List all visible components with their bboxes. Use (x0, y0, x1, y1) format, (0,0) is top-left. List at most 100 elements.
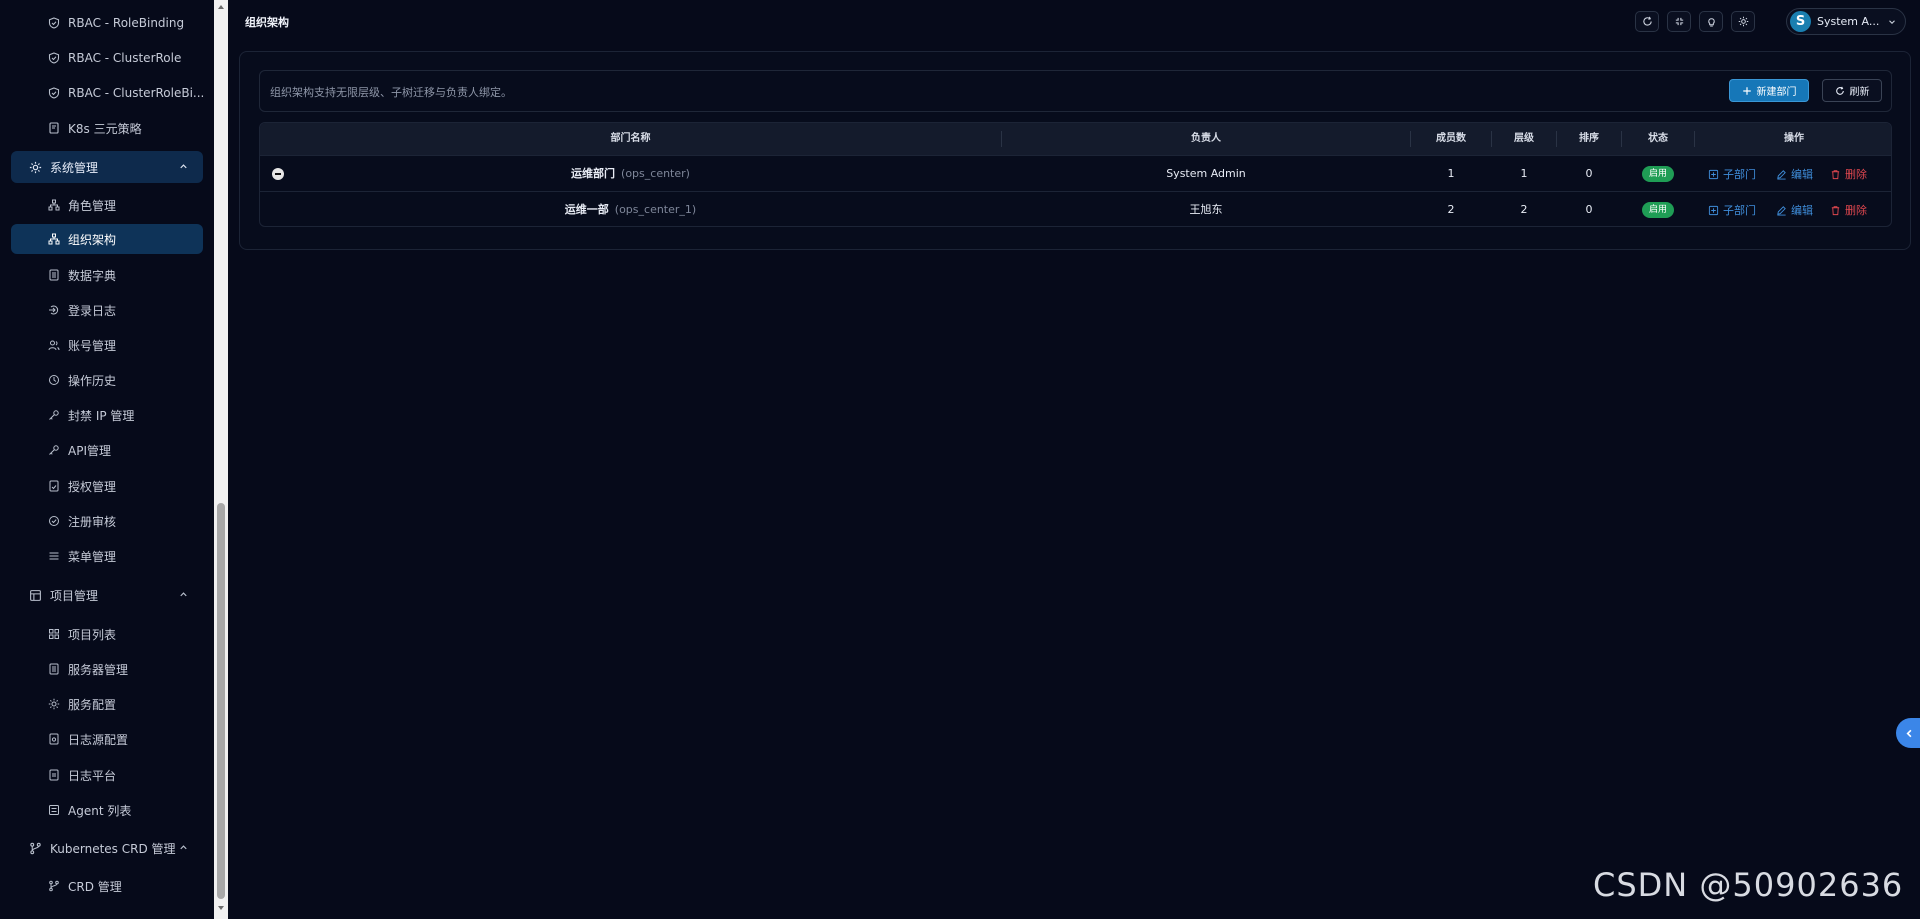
owner-cell: System Admin (1166, 167, 1246, 180)
branch-icon (30, 842, 41, 854)
delete-button[interactable]: 删除 (1830, 156, 1867, 192)
edit-button[interactable]: 编辑 (1776, 192, 1813, 226)
sidebar-item-ip-ban[interactable]: 封禁 IP 管理 (48, 400, 134, 430)
new-department-button[interactable]: 新建部门 (1729, 79, 1809, 102)
gear-icon (1738, 16, 1748, 27)
sidebar-group-label: 系统管理 (50, 160, 99, 175)
plus-icon (1742, 86, 1751, 95)
department-table: 部门名称 负责人 成员数 层级 排序 状态 操作 运维部门 (ops_center… (259, 122, 1892, 227)
level-cell: 1 (1520, 167, 1528, 180)
tips-button[interactable] (1699, 11, 1723, 32)
sidebar-item-authorization[interactable]: 授权管理 (48, 471, 116, 501)
sidebar-item-dictionary[interactable]: 数据字典 (48, 260, 116, 290)
sidebar-item-rbac-clusterrolebinding[interactable]: RBAC - ClusterRoleBi... (48, 78, 204, 108)
sidebar-item-label: 日志源配置 (68, 732, 129, 747)
sidebar-item-log-platform[interactable]: 日志平台 (48, 760, 116, 790)
add-subdepartment-label: 子部门 (1723, 168, 1756, 181)
settings-button[interactable] (1731, 11, 1755, 32)
sidebar-item-project-list[interactable]: 项目列表 (48, 619, 116, 649)
sidebar-group-system[interactable]: 系统管理 (11, 151, 203, 183)
sidebar-item-label: 登录日志 (68, 303, 117, 318)
sidebar-item-label: Agent 列表 (68, 803, 132, 818)
sidebar-item-rbac-rolebinding[interactable]: RBAC - RoleBinding (48, 8, 184, 38)
column-header-owner: 负责人 (1191, 133, 1221, 144)
user-name: System A... (1817, 15, 1880, 28)
sidebar-group-label: Kubernetes CRD 管理 (50, 841, 176, 856)
sidebar-item-label: API管理 (68, 443, 111, 458)
scroll-down-arrow-icon[interactable] (217, 904, 225, 912)
edit-label: 编辑 (1791, 204, 1813, 217)
sidebar-item-label: 角色管理 (68, 198, 117, 213)
sidebar-item-label: 菜单管理 (68, 549, 117, 564)
sidebar-item-agent-list[interactable]: Agent 列表 (48, 795, 131, 825)
add-subdepartment-button[interactable]: 子部门 (1708, 156, 1756, 192)
page-title: 组织架构 (245, 16, 289, 29)
new-department-label: 新建部门 (1756, 87, 1797, 98)
shield-icon (48, 17, 60, 29)
fullscreen-button[interactable] (1667, 11, 1691, 32)
org-tree-icon (48, 233, 60, 245)
add-subdepartment-button[interactable]: 子部门 (1708, 192, 1756, 226)
status-badge: 启用 (1642, 202, 1674, 218)
sidebar-item-register-review[interactable]: 注册审核 (48, 506, 116, 536)
sidebar-item-org[interactable]: 组织架构 (11, 224, 203, 254)
department-code: (ops_center) (621, 167, 690, 180)
auth-doc-icon (49, 480, 59, 492)
refresh-button[interactable]: 刷新 (1822, 79, 1882, 102)
edit-label: 编辑 (1791, 168, 1813, 181)
sidebar-item-service-config[interactable]: 服务配置 (48, 689, 116, 719)
sidebar-item-label: RBAC - ClusterRole (68, 51, 182, 65)
delete-label: 删除 (1845, 204, 1867, 217)
sidebar-item-history[interactable]: 操作历史 (48, 365, 116, 395)
sidebar-item-rbac-clusterrole[interactable]: RBAC - ClusterRole (48, 43, 181, 73)
sidebar-item-login-log[interactable]: 登录日志 (48, 295, 116, 325)
sidebar-item-label: K8s 三元策略 (68, 121, 142, 136)
sidebar-item-log-source[interactable]: 日志源配置 (48, 724, 128, 754)
plus-square-icon (1708, 169, 1719, 179)
shield-icon (48, 87, 60, 99)
avatar: S (1790, 11, 1811, 32)
column-header-members: 成员数 (1436, 133, 1466, 144)
history-icon (49, 375, 59, 385)
server-icon (49, 663, 59, 675)
members-cell: 2 (1447, 203, 1455, 216)
owner-cell: 王旭东 (1189, 203, 1223, 216)
delete-button[interactable]: 删除 (1830, 192, 1867, 226)
login-icon (49, 305, 59, 315)
grid-icon (49, 629, 59, 639)
edit-button[interactable]: 编辑 (1776, 156, 1813, 192)
sidebar-item-label: 授权管理 (68, 479, 117, 494)
watermark: CSDN @50902636 (1593, 866, 1904, 904)
sidebar-item-label: CRD 管理 (68, 879, 122, 894)
sidebar-item-label: 封禁 IP 管理 (68, 408, 135, 423)
sidebar-group-project[interactable]: 项目管理 (11, 579, 203, 611)
sidebar-item-crd[interactable]: CRD 管理 (48, 871, 122, 901)
sidebar-item-api[interactable]: API管理 (48, 435, 111, 465)
log-source-icon (49, 733, 59, 745)
scroll-up-arrow-icon[interactable] (217, 3, 225, 11)
sidebar-item-k8s-policy[interactable]: K8s 三元策略 (48, 113, 142, 143)
add-subdepartment-label: 子部门 (1723, 204, 1756, 217)
reload-button[interactable] (1635, 11, 1659, 32)
status-badge: 启用 (1642, 166, 1674, 182)
fullscreen-icon (1675, 17, 1683, 26)
chevron-down-icon (1889, 20, 1895, 25)
notice-bar: 组织架构支持无限层级、子树迁移与负责人绑定。 (259, 70, 1892, 112)
department-code: (ops_center_1) (614, 203, 697, 216)
user-menu[interactable]: S System A... (1786, 8, 1906, 35)
sidebar-group-k8s-crd[interactable]: Kubernetes CRD 管理 (11, 832, 203, 864)
policy-doc-icon (49, 122, 59, 134)
department-name: 运维一部 (564, 203, 609, 216)
key-icon (49, 410, 59, 420)
department-name-cell: 运维部门 (ops_center) (260, 156, 1001, 192)
level-cell: 2 (1520, 203, 1528, 216)
side-drawer-toggle[interactable] (1896, 718, 1920, 748)
agent-icon (49, 805, 59, 815)
sidebar-item-accounts[interactable]: 账号管理 (48, 330, 116, 360)
sidebar-item-roles[interactable]: 角色管理 (48, 190, 116, 220)
sidebar-item-label: 账号管理 (68, 338, 117, 353)
sidebar-scrollbar-thumb[interactable] (217, 503, 225, 899)
sidebar-item-servers[interactable]: 服务器管理 (48, 654, 128, 684)
sidebar-item-menus[interactable]: 菜单管理 (48, 541, 116, 571)
key-icon (49, 445, 59, 455)
